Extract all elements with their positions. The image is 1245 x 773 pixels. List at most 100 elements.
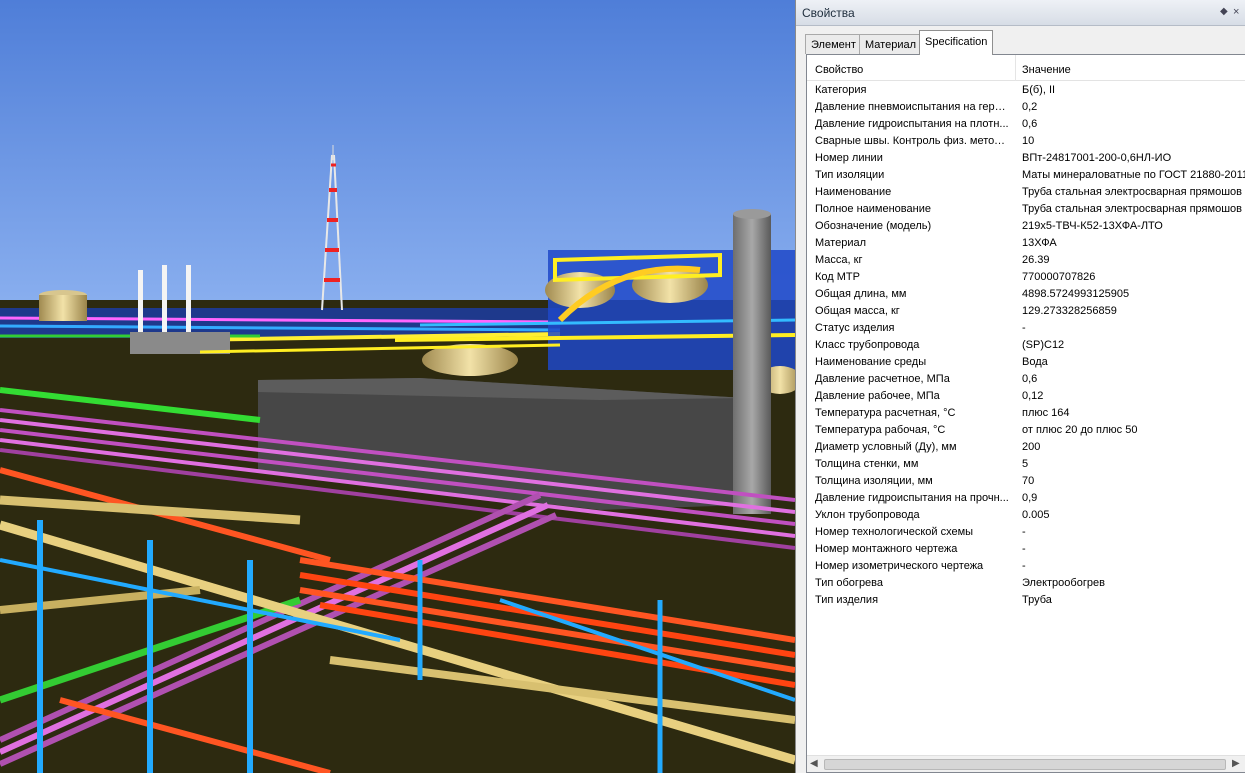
- property-value: плюс 164: [1022, 407, 1070, 419]
- table-row[interactable]: Код МТР 770000707826: [807, 269, 1245, 286]
- table-row[interactable]: Категория Б(б), II: [807, 82, 1245, 99]
- property-name: Обозначение (модель): [815, 220, 932, 232]
- property-name: Номер линии: [815, 152, 883, 164]
- property-name: Тип изделия: [815, 594, 879, 606]
- storage-tank: [39, 295, 87, 321]
- scroll-left-icon[interactable]: ◀: [810, 758, 820, 770]
- column-divider[interactable]: [1015, 55, 1016, 81]
- property-name: Уклон трубопровода: [815, 509, 920, 521]
- table-row[interactable]: Номер линии ВПт-24817001-200-0,6НЛ-ИО: [807, 150, 1245, 167]
- properties-panel: Свойства ◆ × Элемент Материал Specificat…: [795, 0, 1245, 773]
- property-value: Маты минераловатные по ГОСТ 21880-2011: [1022, 169, 1245, 181]
- scroll-right-icon[interactable]: ▶: [1232, 758, 1242, 770]
- table-row[interactable]: Уклон трубопровода 0.005: [807, 507, 1245, 524]
- property-value: 0,9: [1022, 492, 1038, 504]
- table-row[interactable]: Номер монтажного чертежа -: [807, 541, 1245, 558]
- property-name: Давление гидроиспытания на прочн...: [815, 492, 1009, 504]
- property-value: 0.005: [1022, 509, 1050, 521]
- property-name: Общая длина, мм: [815, 288, 907, 300]
- property-grid[interactable]: Свойство Значение Категория Б(б), II Давле…: [806, 54, 1245, 773]
- property-value: ВПт-24817001-200-0,6НЛ-ИО: [1022, 152, 1172, 164]
- property-name: Диаметр условный (Ду), мм: [815, 441, 957, 453]
- property-name: Полное наименование: [815, 203, 931, 215]
- 3d-viewport[interactable]: [0, 0, 795, 773]
- scroll-thumb[interactable]: [824, 759, 1226, 770]
- close-icon[interactable]: ×: [1233, 6, 1243, 18]
- property-value: Б(б), II: [1022, 84, 1056, 96]
- table-row[interactable]: Материал 13ХФА: [807, 235, 1245, 252]
- table-row[interactable]: Номер технологической схемы -: [807, 524, 1245, 541]
- table-row[interactable]: Толщина изоляции, мм 70: [807, 473, 1245, 490]
- horizontal-scrollbar[interactable]: ◀ ▶: [807, 755, 1245, 772]
- property-name: Давление рабочее, МПа: [815, 390, 940, 402]
- property-value: 219x5-ТВЧ-К52-13ХФА-ЛТО: [1022, 220, 1163, 232]
- table-row[interactable]: Давление гидроиспытания на плотн... 0,6: [807, 116, 1245, 133]
- property-value: от плюс 20 до плюс 50: [1022, 424, 1138, 436]
- property-name: Общая масса, кг: [815, 305, 900, 317]
- table-row[interactable]: Давление пневмоиспытания на герм... 0,2: [807, 99, 1245, 116]
- property-value: Труба стальная электросварная прямошов: [1022, 203, 1242, 215]
- property-name: Температура расчетная, °С: [815, 407, 956, 419]
- table-row[interactable]: Температура расчетная, °С плюс 164: [807, 405, 1245, 422]
- panel-header: Свойства ◆ ×: [796, 0, 1245, 26]
- table-row[interactable]: Полное наименование Труба стальная электр…: [807, 201, 1245, 218]
- property-value: 129.273328256859: [1022, 305, 1117, 317]
- table-row[interactable]: Обозначение (модель) 219x5-ТВЧ-К52-13ХФА-…: [807, 218, 1245, 235]
- property-value: 200: [1022, 441, 1041, 453]
- table-row[interactable]: Тип изоляции Маты минераловатные по ГОСТ …: [807, 167, 1245, 184]
- property-name: Толщина изоляции, мм: [815, 475, 933, 487]
- property-value: -: [1022, 526, 1026, 538]
- table-row[interactable]: Давление рабочее, МПа 0,12: [807, 388, 1245, 405]
- table-row[interactable]: Масса, кг 26.39: [807, 252, 1245, 269]
- property-name: Материал: [815, 237, 866, 249]
- table-row[interactable]: Сварные швы. Контроль физ. метода... 10: [807, 133, 1245, 150]
- table-row[interactable]: Давление гидроиспытания на прочн... 0,9: [807, 490, 1245, 507]
- property-value: 70: [1022, 475, 1035, 487]
- property-name: Категория: [815, 84, 867, 96]
- tab-specification[interactable]: Specification: [919, 30, 994, 55]
- table-row[interactable]: Общая длина, мм 4898.5724993125905: [807, 286, 1245, 303]
- table-row[interactable]: Наименование Труба стальная электросварна…: [807, 184, 1245, 201]
- property-value: 0,6: [1022, 118, 1038, 130]
- property-value: (SP)C12: [1022, 339, 1065, 351]
- table-row[interactable]: Статус изделия -: [807, 320, 1245, 337]
- property-name: Сварные швы. Контроль физ. метода...: [815, 135, 1011, 147]
- property-value: Электрообогрев: [1022, 577, 1105, 589]
- tab-strip: Элемент Материал Specification: [805, 30, 1245, 55]
- header-property[interactable]: Свойство: [815, 64, 863, 76]
- property-name: Давление расчетное, МПа: [815, 373, 950, 385]
- table-row[interactable]: Температура рабочая, °С от плюс 20 до плю…: [807, 422, 1245, 439]
- property-name: Масса, кг: [815, 254, 863, 266]
- property-value: Труба стальная электросварная прямошов: [1022, 186, 1242, 198]
- property-value: 0,2: [1022, 101, 1038, 113]
- property-value: 13ХФА: [1022, 237, 1057, 249]
- table-row[interactable]: Тип изделия Труба: [807, 592, 1245, 609]
- table-row[interactable]: Номер изометрического чертежа -: [807, 558, 1245, 575]
- property-name: Код МТР: [815, 271, 860, 283]
- property-name: Тип изоляции: [815, 169, 885, 181]
- property-name: Давление пневмоиспытания на герм...: [815, 101, 1011, 113]
- property-name: Номер изометрического чертежа: [815, 560, 984, 572]
- property-name: Тип обогрева: [815, 577, 884, 589]
- property-name: Номер монтажного чертежа: [815, 543, 958, 555]
- property-value: 0,6: [1022, 373, 1038, 385]
- table-row[interactable]: Общая масса, кг 129.273328256859: [807, 303, 1245, 320]
- property-name: Давление гидроиспытания на плотн...: [815, 118, 1009, 130]
- property-value: 4898.5724993125905: [1022, 288, 1130, 300]
- tab-material[interactable]: Материал: [859, 34, 922, 54]
- property-value: Вода: [1022, 356, 1048, 368]
- table-row[interactable]: Диаметр условный (Ду), мм 200: [807, 439, 1245, 456]
- table-row[interactable]: Давление расчетное, МПа 0,6: [807, 371, 1245, 388]
- property-name: Температура рабочая, °С: [815, 424, 946, 436]
- plant-3d-scene[interactable]: [0, 0, 795, 773]
- table-row[interactable]: Класс трубопровода (SP)C12: [807, 337, 1245, 354]
- pin-icon[interactable]: ◆: [1220, 7, 1230, 17]
- white-stack: [162, 265, 167, 340]
- tab-element[interactable]: Элемент: [805, 34, 862, 54]
- table-row[interactable]: Наименование среды Вода: [807, 354, 1245, 371]
- property-value: 0,12: [1022, 390, 1044, 402]
- table-row[interactable]: Тип обогрева Электрообогрев: [807, 575, 1245, 592]
- header-value[interactable]: Значение: [1022, 64, 1071, 76]
- table-row[interactable]: Толщина стенки, мм 5: [807, 456, 1245, 473]
- chimney: [733, 214, 771, 514]
